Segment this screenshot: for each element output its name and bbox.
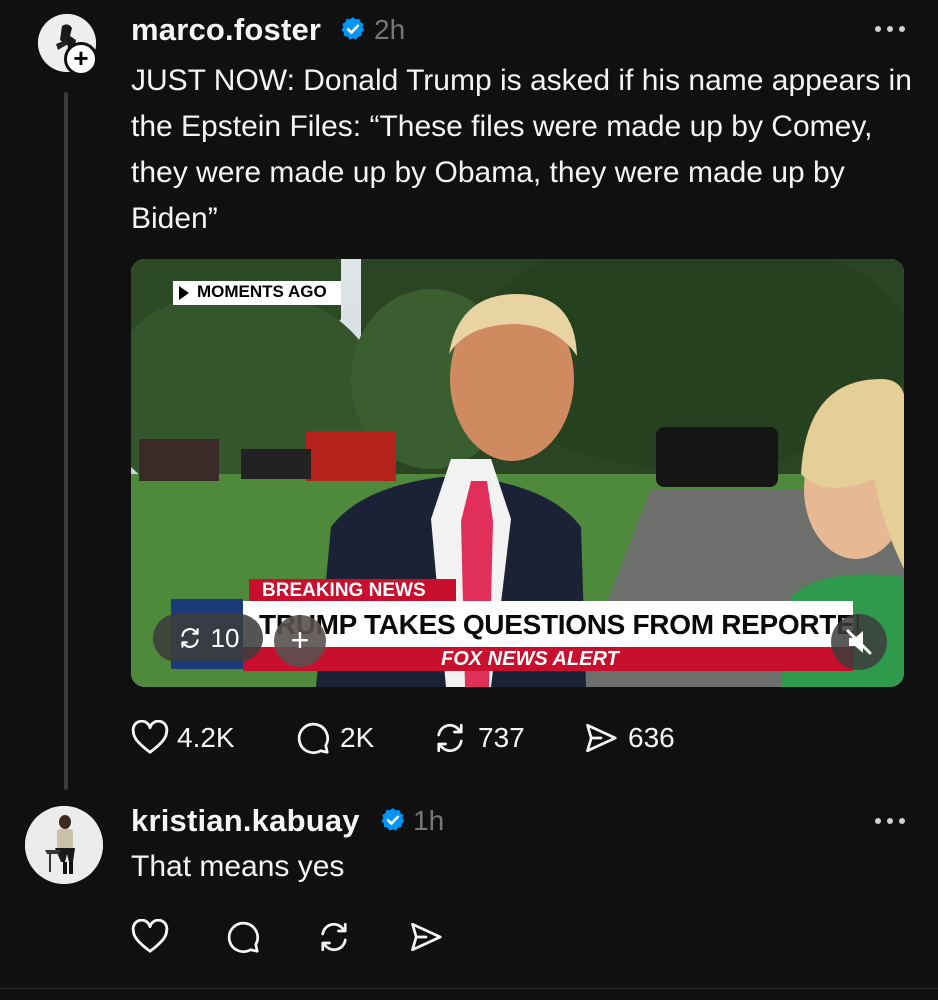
reply-time: 1h (413, 805, 445, 836)
reply-avatar[interactable] (25, 806, 103, 884)
divider (0, 988, 938, 989)
comment-icon (227, 921, 259, 953)
reply-share-button[interactable] (407, 919, 445, 955)
repost-icon (321, 922, 347, 952)
like-button[interactable]: 4.2K (131, 720, 235, 756)
heart-icon (131, 720, 169, 754)
repost-icon (180, 628, 199, 648)
reply-username[interactable]: kristian.kabuay (131, 803, 360, 839)
like-count: 4.2K (177, 722, 235, 753)
video-repost-count: 10 (210, 622, 240, 653)
comment-icon (297, 722, 329, 754)
breaking-news-label: BREAKING NEWS (262, 580, 426, 601)
share-button[interactable]: 636 (582, 720, 675, 756)
thread-line (64, 92, 68, 790)
post-username[interactable]: marco.foster (131, 12, 321, 48)
news-headline: TRUMP TAKES QUESTIONS FROM REPORTERS (259, 609, 859, 640)
post-time: 2h (374, 14, 406, 45)
speaker-muted-icon (846, 629, 872, 655)
video-repost-pill[interactable]: 10 (153, 614, 263, 662)
send-icon (586, 723, 617, 753)
reply-more-options-icon[interactable] (872, 816, 908, 826)
reply-comment-button[interactable] (224, 919, 262, 955)
mute-button[interactable] (831, 614, 887, 670)
repost-count: 737 (478, 722, 525, 753)
reply-like-button[interactable] (131, 919, 169, 955)
reply-button[interactable]: 2K (294, 720, 374, 756)
network-alert-label: FOX NEWS ALERT (441, 648, 619, 670)
repost-button[interactable]: 737 (430, 720, 525, 756)
post-text: JUST NOW: Donald Trump is asked if his n… (131, 64, 912, 235)
verified-badge-icon (341, 17, 365, 40)
follow-plus-icon[interactable]: + (64, 42, 98, 76)
add-plus-icon[interactable]: + (274, 615, 326, 667)
reply-text: That means yes (131, 850, 345, 883)
heart-icon (131, 919, 169, 953)
reply-repost-button[interactable] (314, 919, 354, 955)
moments-ago-tag: MOMENTS AGO (197, 282, 327, 301)
more-options-icon[interactable] (872, 24, 908, 34)
repost-icon (437, 723, 463, 753)
reply-count: 2K (340, 722, 375, 753)
send-icon (411, 922, 442, 952)
share-count: 636 (628, 722, 675, 753)
verified-badge-icon (381, 808, 405, 831)
